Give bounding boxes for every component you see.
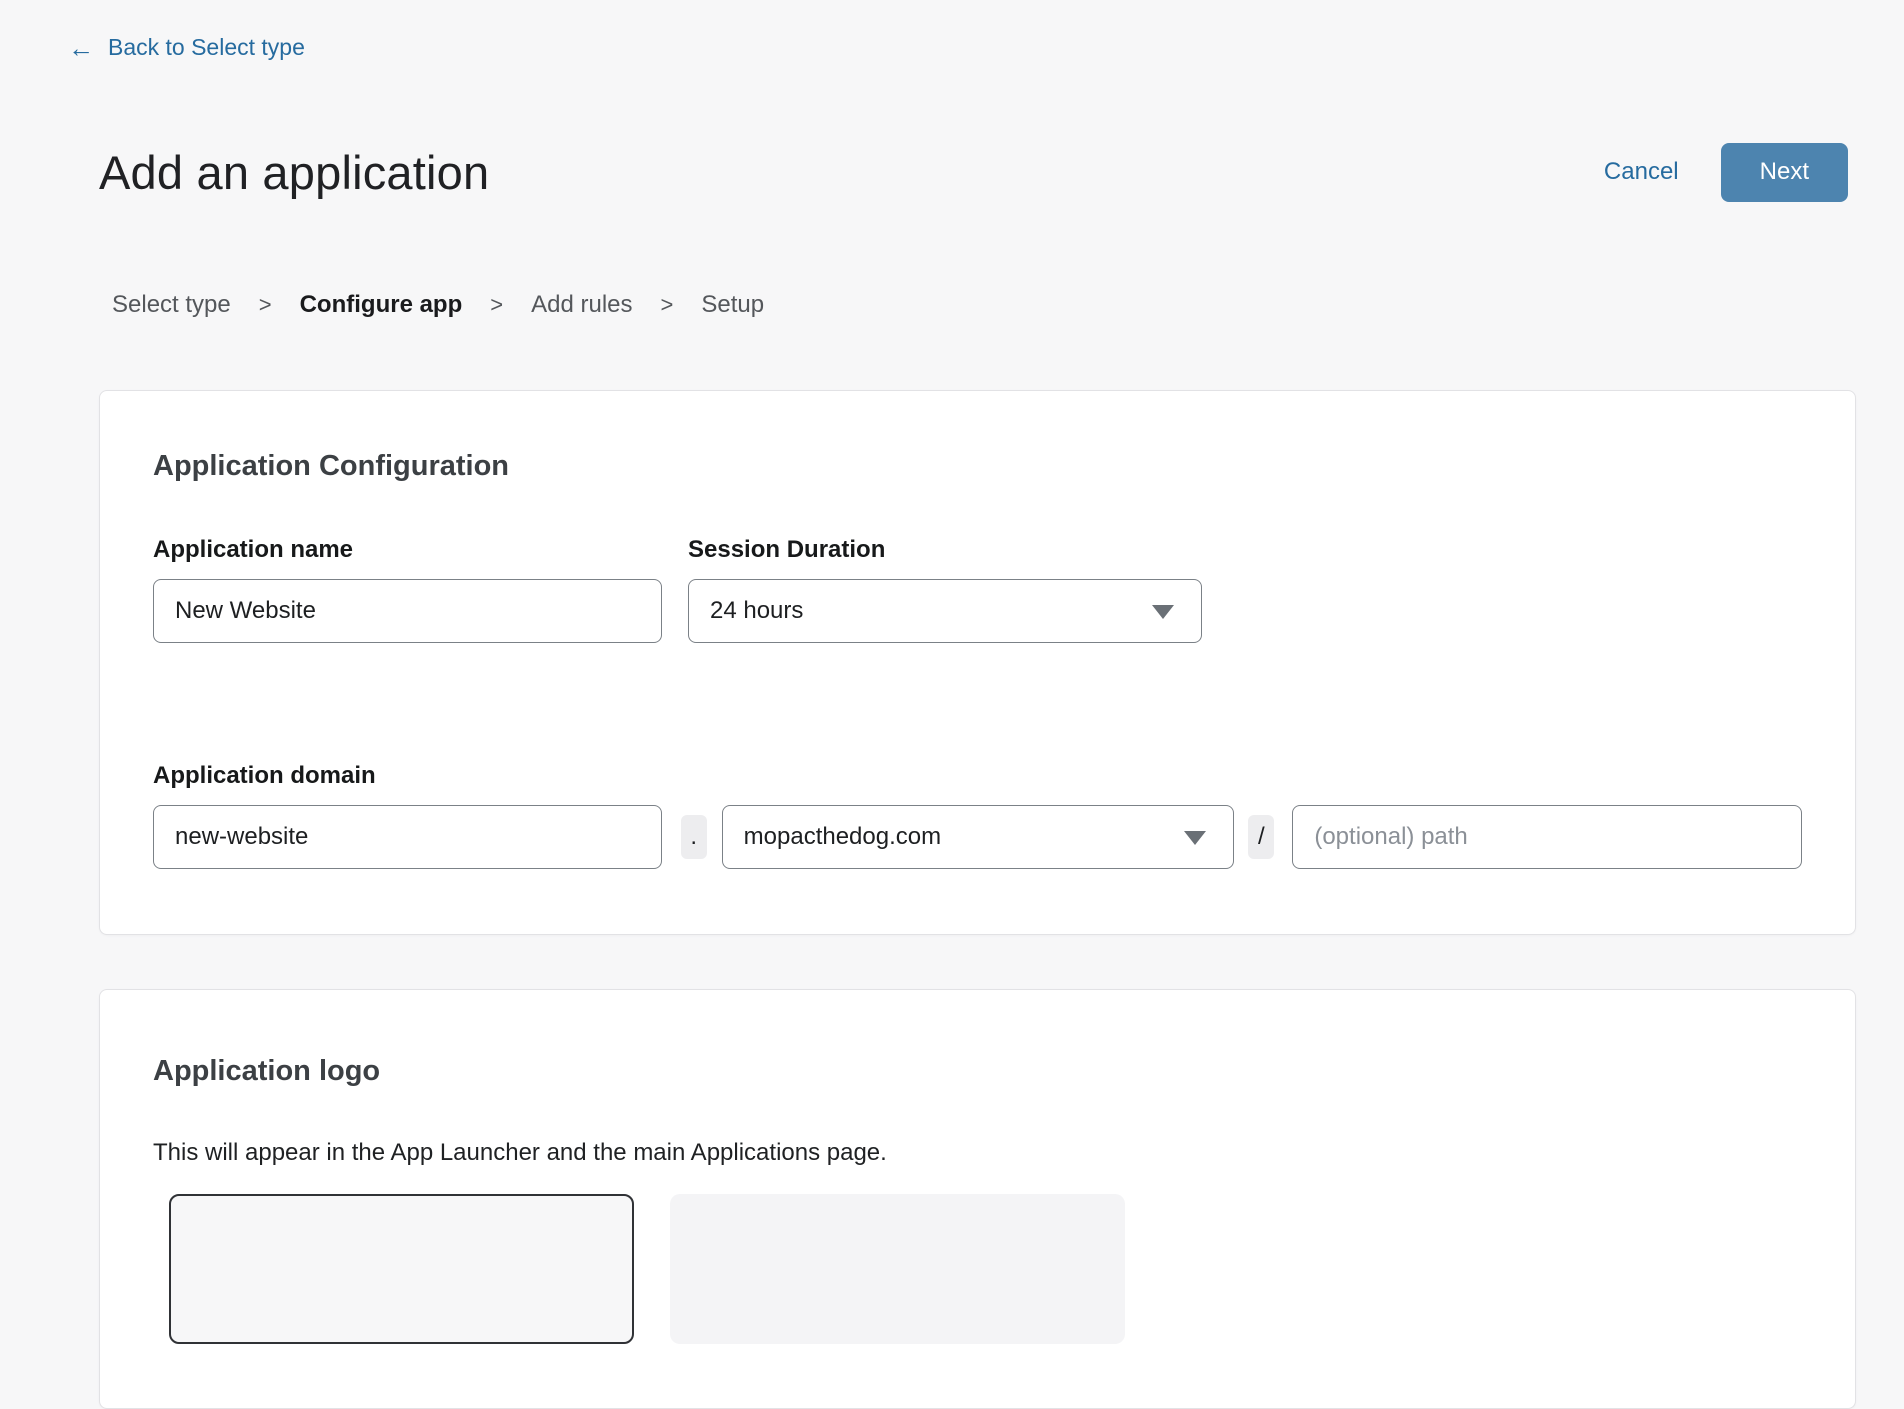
logo-option-custom[interactable] (670, 1194, 1125, 1344)
subdomain-input[interactable] (153, 805, 662, 869)
session-duration-select[interactable]: 24 hours (688, 579, 1202, 643)
page-title: Add an application (99, 145, 489, 200)
breadcrumb: Select type > Configure app > Add rules … (99, 291, 1856, 319)
chevron-down-icon (1152, 605, 1174, 619)
breadcrumb-step-setup[interactable]: Setup (701, 291, 764, 319)
logo-options-row (169, 1194, 1802, 1344)
domain-select[interactable]: mopacthedog.com (722, 805, 1235, 869)
logo-card-title: Application logo (153, 1054, 1802, 1088)
page-header: Add an application Cancel Next (99, 142, 1856, 202)
header-actions: Cancel Next (1604, 143, 1848, 202)
path-input[interactable] (1292, 805, 1802, 869)
back-link-label: Back to Select type (108, 34, 305, 61)
session-duration-value: 24 hours (710, 597, 803, 625)
application-configuration-card: Application Configuration Application na… (99, 390, 1856, 935)
session-duration-field: Session Duration 24 hours (688, 537, 1202, 643)
session-duration-label: Session Duration (688, 537, 1202, 562)
cancel-button[interactable]: Cancel (1604, 158, 1679, 186)
breadcrumb-separator: > (259, 292, 272, 318)
config-card-title: Application Configuration (153, 449, 1802, 483)
breadcrumb-separator: > (490, 292, 503, 318)
breadcrumb-step-select-type[interactable]: Select type (112, 291, 231, 319)
page: ← Back to Select type Add an application… (99, 0, 1856, 1409)
application-logo-card: Application logo This will appear in the… (99, 989, 1856, 1409)
breadcrumb-step-configure-app[interactable]: Configure app (300, 291, 463, 319)
dot-separator: . (681, 815, 707, 859)
logo-option-default[interactable] (169, 1194, 634, 1344)
application-name-field: Application name (153, 537, 662, 643)
domain-select-value: mopacthedog.com (744, 823, 941, 851)
breadcrumb-separator: > (661, 292, 674, 318)
application-domain-section: Application domain . mopacthedog.com / (153, 763, 1802, 869)
arrow-left-icon: ← (68, 35, 94, 61)
application-name-label: Application name (153, 537, 662, 562)
config-fields-row: Application name Session Duration 24 hou… (153, 537, 1802, 643)
application-domain-row: . mopacthedog.com / (153, 805, 1802, 869)
next-button[interactable]: Next (1721, 143, 1848, 202)
breadcrumb-step-add-rules[interactable]: Add rules (531, 291, 632, 319)
chevron-down-icon (1184, 831, 1206, 845)
slash-separator: / (1248, 815, 1274, 859)
logo-card-description: This will appear in the App Launcher and… (153, 1138, 1802, 1167)
back-link[interactable]: ← Back to Select type (68, 34, 305, 61)
application-domain-label: Application domain (153, 763, 1802, 788)
application-name-input[interactable] (153, 579, 662, 643)
